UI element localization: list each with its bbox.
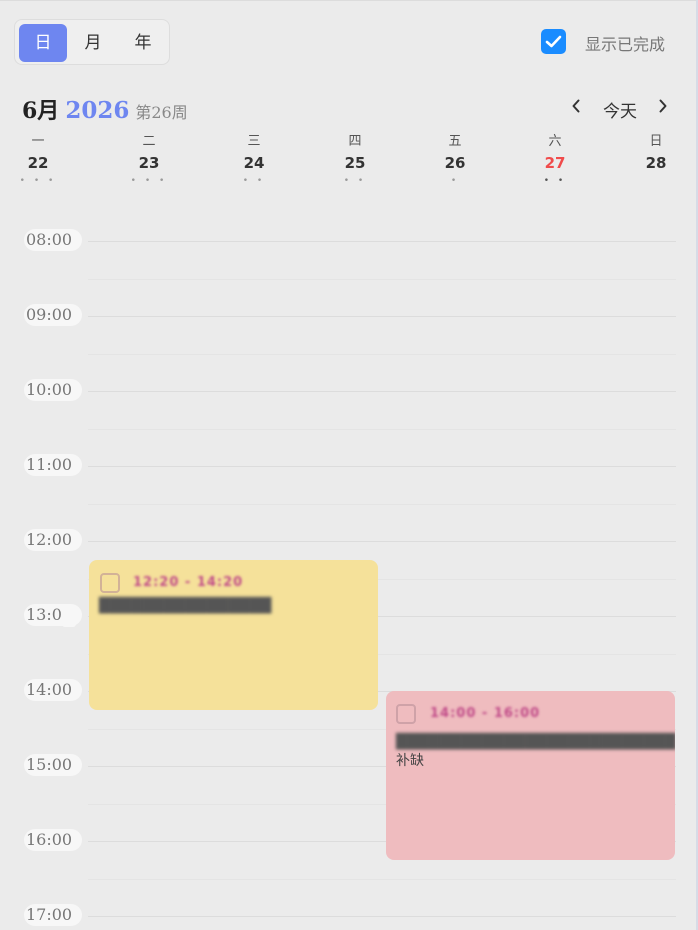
hour-gridline [88,916,676,917]
chevron-left-icon [572,99,580,113]
half-hour-gridline [88,879,676,880]
view-switch: 日 月 年 [14,19,170,65]
event-dots [636,177,676,185]
date-number: 24 [243,154,265,172]
today-button[interactable]: 今天 [603,97,637,122]
next-week-button[interactable] [658,98,668,119]
view-month-button[interactable]: 月 [69,24,117,62]
weekday-label: 日 [649,134,663,149]
half-hour-gridline [88,279,676,280]
hour-gridline [88,241,676,242]
day-tue[interactable]: 二 23 • • • [129,133,169,186]
event-title: ████████████████ [99,598,272,614]
event-dots: • • • [19,176,57,186]
show-completed-label: 显示已完成 [585,35,666,54]
view-day-button[interactable]: 日 [19,24,67,62]
day-thu[interactable]: 四 25 • • [335,133,375,186]
event-dots: • • [343,176,367,186]
hour-label: 17:00 [24,904,82,926]
event-dots: • • [543,176,567,186]
date-number: 25 [344,154,366,172]
hour-label: 12:00 [24,529,82,551]
hour-label: 10:00 [24,379,82,401]
day-sun[interactable]: 日 28 [636,133,676,185]
date-number: 27 [544,154,566,172]
calendar-app: 日 月 年 显示已完成 6月 2026 第26周 今天 一 22 • • • 二 2… [0,0,698,930]
event-title-wrap: ██████████████████████████ 补缺 [396,731,675,770]
month-title: 6月 2026 第26周 [22,93,188,125]
hour-gridline [88,466,676,467]
weekday-label: 五 [448,134,462,149]
day-fri[interactable]: 五 26 • [435,133,475,186]
event-time: 14:00 - 16:00 [430,706,541,721]
prev-week-button[interactable] [571,98,581,119]
top-divider [0,0,698,1]
month-label: 6月 [22,98,60,124]
hour-gridline [88,541,676,542]
half-hour-gridline [88,504,676,505]
show-completed-checkbox[interactable] [541,29,566,54]
event-card[interactable]: 12:20 - 14:20 ████████████████ [89,560,378,710]
date-number: 23 [138,154,160,172]
event-complete-checkbox[interactable] [100,573,120,593]
event-time: 12:20 - 14:20 [133,575,244,590]
hour-label: 14:00 [24,679,82,701]
hour-gridline [88,316,676,317]
event-card[interactable]: 14:00 - 16:00 ██████████████████████████… [386,691,675,860]
day-mon[interactable]: 一 22 • • • [18,133,58,186]
day-sat[interactable]: 六 27 • • [535,133,575,186]
event-dots: • • • [130,176,168,186]
weekday-label: 一 [31,134,45,149]
hour-label: 15:00 [24,754,82,776]
checkmark-icon [545,35,562,48]
half-hour-gridline [88,429,676,430]
date-number: 26 [444,154,466,172]
weekday-label: 四 [348,134,362,149]
event-complete-checkbox[interactable] [396,704,416,724]
date-number: 28 [645,154,667,172]
view-year-button[interactable]: 年 [119,24,167,62]
event-title: ██████████████████████████ [396,734,675,750]
weekday-label: 六 [548,134,562,149]
event-dots: • [450,176,460,186]
weekday-label: 三 [247,134,261,149]
hour-label: 09:00 [24,304,82,326]
date-number: 22 [27,154,49,172]
hour-gridline [88,391,676,392]
weekday-label: 二 [142,134,156,149]
year-label: 2026 [65,97,130,124]
half-hour-gridline [88,354,676,355]
hour-label: 16:00 [24,829,82,851]
hour-label: 08:00 [24,229,82,251]
week-number-label: 第26周 [135,103,188,122]
time-indicator-handle [62,605,76,627]
chevron-right-icon [659,99,667,113]
event-title-suffix: 补缺 [396,753,424,769]
day-wed[interactable]: 三 24 • • [234,133,274,186]
hour-label: 11:00 [24,454,82,476]
event-dots: • • [242,176,266,186]
